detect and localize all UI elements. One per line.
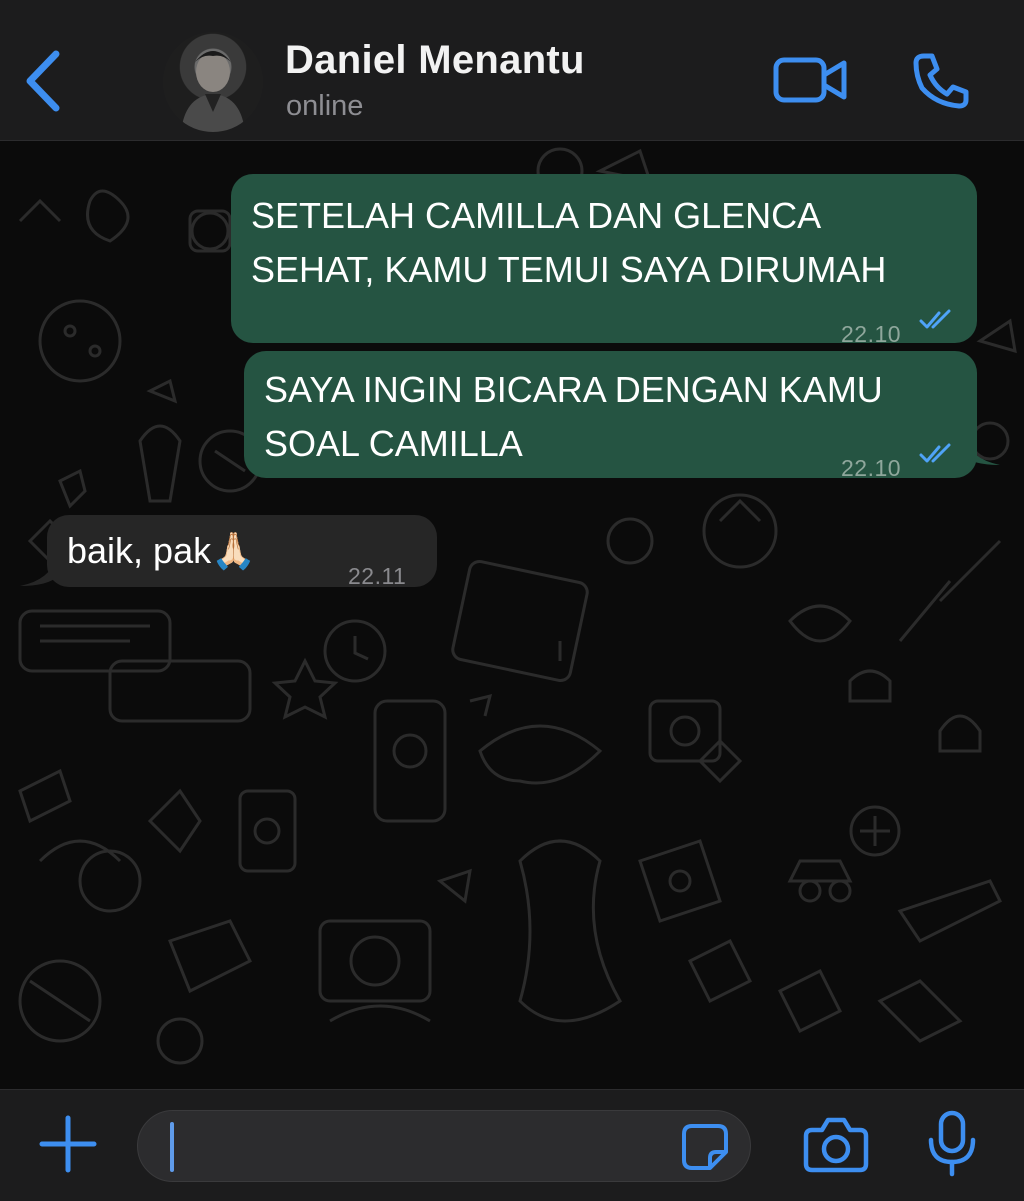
- double-check-icon: [919, 309, 951, 329]
- message-text-line: baik, pak🙏🏻: [67, 530, 256, 571]
- chat-area[interactable]: SETELAH CAMILLA DAN GLENCA SEHAT, KAMU T…: [0, 141, 1024, 1089]
- camera-icon: [803, 1117, 869, 1173]
- chevron-left-icon: [26, 50, 60, 112]
- phone-icon: [913, 53, 969, 109]
- avatar[interactable]: [163, 32, 263, 132]
- sticker-icon: [682, 1124, 728, 1170]
- message-text-line: SETELAH CAMILLA DAN GLENCA: [251, 195, 822, 236]
- chat-header: Daniel Menantu online: [0, 0, 1024, 141]
- video-camera-icon: [773, 57, 847, 103]
- camera-button[interactable]: [802, 1114, 870, 1174]
- microphone-icon: [928, 1110, 976, 1177]
- double-check-icon: [919, 443, 951, 463]
- message-time: 22.10: [841, 455, 902, 481]
- sticker-button[interactable]: [680, 1122, 730, 1172]
- message-text-line: SEHAT, KAMU TEMUI SAYA DIRUMAH: [251, 249, 887, 290]
- voice-message-button[interactable]: [926, 1110, 978, 1178]
- message-bubble-outgoing[interactable]: SAYA INGIN BICARA DENGAN KAMU SOAL CAMIL…: [244, 351, 977, 481]
- contact-name[interactable]: Daniel Menantu: [285, 38, 585, 83]
- plus-icon: [39, 1115, 97, 1173]
- bubble-tail-incoming: [20, 556, 58, 586]
- voice-call-button[interactable]: [908, 48, 974, 114]
- message-input[interactable]: [137, 1110, 751, 1182]
- message-text-line: SAYA INGIN BICARA DENGAN KAMU: [264, 369, 883, 410]
- message-text-line: SOAL CAMILLA: [264, 423, 523, 464]
- back-button[interactable]: [22, 48, 68, 114]
- contact-status: online: [286, 90, 364, 122]
- message-bubble-incoming[interactable]: baik, pak🙏🏻 22.11: [47, 515, 437, 589]
- message-bubble-outgoing[interactable]: SETELAH CAMILLA DAN GLENCA SEHAT, KAMU T…: [231, 174, 977, 347]
- text-cursor: [170, 1122, 174, 1172]
- attach-button[interactable]: [36, 1112, 100, 1176]
- video-call-button[interactable]: [770, 50, 850, 110]
- bubble-tail-outgoing: [962, 435, 1000, 465]
- message-time: 22.11: [348, 563, 407, 589]
